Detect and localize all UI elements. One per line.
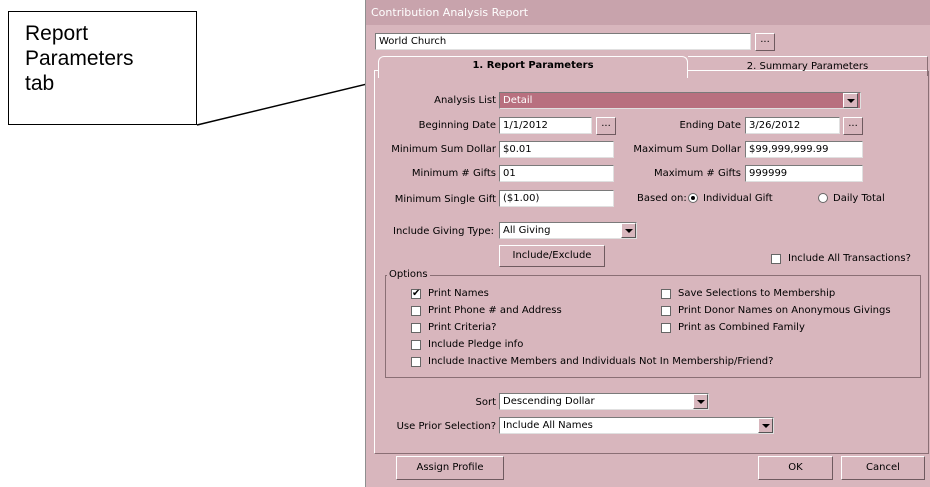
min-gifts-field[interactable]: 01 [499, 165, 614, 182]
include-all-transactions-checkbox[interactable] [771, 254, 781, 264]
min-sum-dollar-field[interactable]: $0.01 [499, 141, 614, 158]
individual-gift-radio[interactable] [688, 193, 698, 203]
print-phone-label: Print Phone # and Address [428, 305, 562, 316]
print-combined-checkbox[interactable] [661, 323, 671, 333]
print-phone-checkbox[interactable] [411, 306, 421, 316]
giving-type-label: Include Giving Type: [393, 226, 495, 237]
options-legend: Options [387, 269, 430, 280]
analysis-list-select[interactable]: Detail [499, 92, 861, 109]
save-selections-checkbox[interactable] [661, 289, 671, 299]
include-all-transactions-label: Include All Transactions? [788, 253, 911, 264]
individual-gift-label: Individual Gift [703, 193, 773, 204]
daily-total-label: Daily Total [833, 193, 885, 204]
print-donor-names-label: Print Donor Names on Anonymous Givings [678, 305, 891, 316]
chevron-down-icon[interactable] [621, 223, 636, 238]
include-inactive-label: Include Inactive Members and Individuals… [428, 356, 774, 367]
max-sum-dollar-label: Maximum Sum Dollar [633, 144, 741, 155]
max-gifts-field[interactable]: 999999 [745, 165, 863, 182]
beginning-date-field[interactable]: 1/1/2012 [499, 117, 592, 134]
min-single-gift-field[interactable]: ($1.00) [499, 190, 614, 207]
print-criteria-checkbox[interactable] [411, 323, 421, 333]
tab-report-parameters[interactable]: 1. Report Parameters [378, 56, 688, 76]
prior-selection-label: Use Prior Selection? [396, 421, 496, 432]
ending-date-picker-button[interactable]: ... [843, 117, 863, 135]
ending-date-field[interactable]: 3/26/2012 [745, 117, 840, 134]
chevron-down-icon[interactable] [758, 418, 773, 433]
cancel-button[interactable]: Cancel [841, 456, 925, 480]
ok-button[interactable]: OK [758, 456, 833, 480]
include-pledge-label: Include Pledge info [428, 339, 524, 350]
beginning-date-picker-button[interactable]: ... [596, 117, 616, 135]
sort-label: Sort [475, 397, 497, 408]
church-browse-button[interactable]: ... [755, 33, 775, 51]
include-inactive-checkbox[interactable] [411, 357, 421, 367]
save-selections-label: Save Selections to Membership [678, 288, 836, 299]
chevron-down-icon[interactable] [693, 394, 708, 409]
prior-selection-select[interactable]: Include All Names [499, 417, 774, 434]
based-on-label: Based on: [637, 193, 687, 204]
daily-total-radio[interactable] [818, 193, 828, 203]
chevron-down-icon[interactable] [843, 93, 858, 108]
min-gifts-label: Minimum # Gifts [411, 168, 496, 179]
max-gifts-label: Maximum # Gifts [653, 168, 741, 179]
min-single-gift-label: Minimum Single Gift [394, 194, 496, 205]
window-title: Contribution Analysis Report [366, 0, 930, 25]
include-exclude-button[interactable]: Include/Exclude [499, 245, 605, 267]
church-field[interactable]: World Church [375, 33, 751, 50]
print-combined-label: Print as Combined Family [678, 322, 805, 333]
assign-profile-button[interactable]: Assign Profile [396, 456, 504, 480]
giving-type-select[interactable]: All Giving [499, 222, 637, 239]
print-names-label: Print Names [428, 288, 489, 299]
print-criteria-label: Print Criteria? [428, 322, 497, 333]
beginning-date-label: Beginning Date [418, 120, 496, 131]
print-donor-names-checkbox[interactable] [661, 306, 671, 316]
print-names-checkbox[interactable] [411, 287, 421, 301]
report-window: Contribution Analysis Report World Churc… [365, 0, 930, 487]
tab-summary-parameters[interactable]: 2. Summary Parameters [688, 56, 928, 76]
max-sum-dollar-field[interactable]: $99,999,999.99 [745, 141, 863, 158]
sort-select[interactable]: Descending Dollar [499, 393, 709, 410]
analysis-list-label: Analysis List [434, 95, 496, 106]
ending-date-label: Ending Date [679, 120, 741, 131]
callout-box: Report Parameters tab [8, 11, 197, 125]
include-pledge-checkbox[interactable] [411, 340, 421, 350]
min-sum-dollar-label: Minimum Sum Dollar [391, 144, 496, 155]
